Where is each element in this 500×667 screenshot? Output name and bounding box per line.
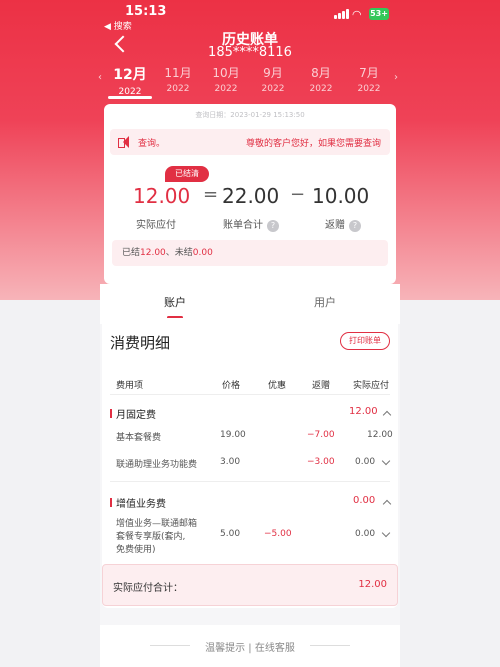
group-name: 月固定费 (116, 410, 156, 421)
group-marker (110, 409, 112, 418)
app-root: 15:13 ◀ 搜索 ◠ 53+ 历史账单 185****8116 ‹ 12月 … (0, 0, 500, 667)
help-icon[interactable]: ? (349, 220, 361, 232)
group-marker (110, 498, 112, 507)
battery-icon: 53+ (369, 8, 389, 20)
chevron-up-icon[interactable] (382, 410, 392, 420)
divider (110, 394, 390, 395)
wifi-icon: ◠ (352, 8, 362, 21)
cellular-signal-icon (334, 9, 350, 19)
notice-bar[interactable]: 查询。 尊敬的客户您好，如果您需要查询 (110, 129, 390, 155)
print-bill-button[interactable]: 打印账单 (340, 332, 390, 350)
group-total: 12.00 (349, 406, 378, 417)
chevron-down-icon[interactable] (381, 456, 391, 466)
column-header-discount: 优惠 (268, 381, 287, 391)
tab-month-12[interactable]: 12月 2022 (108, 64, 152, 99)
consumption-detail-card: 消费明细 打印账单 费用项 价格 优惠 返赠 实际应付 月固定费 12.00 基… (102, 318, 398, 608)
minus-sign: − (290, 184, 306, 205)
total-value: 12.00 (358, 579, 387, 590)
tab-month-8[interactable]: 8月 2022 (299, 64, 343, 94)
divider (110, 481, 390, 482)
column-header-item: 费用项 (116, 381, 144, 391)
back-button[interactable] (110, 34, 132, 56)
speaker-icon (118, 136, 132, 148)
query-date: 查询日期：2023-01-29 15:13:50 (195, 111, 305, 119)
rebate-amount: 10.00 (312, 184, 370, 208)
settlement-status: 已结12.00、未结0.00 (112, 240, 388, 266)
status-badge: 已结清 (165, 166, 209, 182)
tab-account[interactable]: 账户 (100, 294, 250, 319)
back-to-search-link[interactable]: ◀ 搜索 (104, 19, 132, 32)
footer-bar: 温馨提示 | 在线客服 (100, 625, 400, 667)
rebate-label: 返赠? (325, 216, 361, 232)
help-icon[interactable]: ? (267, 220, 279, 232)
group-name: 增值业务费 (116, 499, 166, 510)
month-tabs: ‹ 12月 2022 11月 2022 10月 2022 9月 2022 8月 … (98, 64, 400, 99)
total-summary-bar: 实际应付合计： 12.00 (102, 564, 398, 606)
phone-number: 185****8116 (208, 45, 292, 60)
group-total: 0.00 (353, 495, 376, 506)
total-label: 实际应付合计： (113, 583, 183, 594)
chevron-right-icon[interactable]: › (394, 72, 398, 83)
footer-links[interactable]: 温馨提示 | 在线客服 (100, 639, 400, 654)
actual-pay-amount: 12.00 (133, 184, 191, 208)
section-title: 消费明细 (110, 334, 171, 352)
chevron-up-icon[interactable] (382, 499, 392, 509)
tab-month-11[interactable]: 11月 2022 (156, 64, 200, 94)
bill-summary-card: 查询日期：2023-01-29 15:13:50 查询。 尊敬的客户您好，如果您… (104, 104, 396, 284)
tab-month-10[interactable]: 10月 2022 (204, 64, 248, 94)
column-header-actual-pay: 实际应付 (353, 381, 390, 391)
column-header-price: 价格 (222, 381, 241, 391)
tab-month-7[interactable]: 7月 2022 (347, 64, 391, 94)
tab-month-9[interactable]: 9月 2022 (251, 64, 295, 94)
status-bar: 15:13 ◀ 搜索 ◠ 53+ (0, 0, 500, 32)
chevron-down-icon[interactable] (381, 528, 391, 538)
chevron-left-icon[interactable]: ‹ (98, 72, 102, 83)
notice-message: 尊敬的客户您好，如果您需要查询 (246, 139, 382, 149)
status-time: 15:13 (125, 4, 167, 19)
column-header-rebate: 返赠 (312, 381, 331, 391)
actual-pay-label: 实际应付 (136, 220, 176, 231)
equals-sign: = (203, 184, 219, 205)
bill-total-amount: 22.00 (222, 184, 280, 208)
tab-user[interactable]: 用户 (250, 294, 400, 310)
bill-total-label: 账单合计? (223, 216, 279, 232)
notice-label: 查询。 (138, 139, 166, 149)
